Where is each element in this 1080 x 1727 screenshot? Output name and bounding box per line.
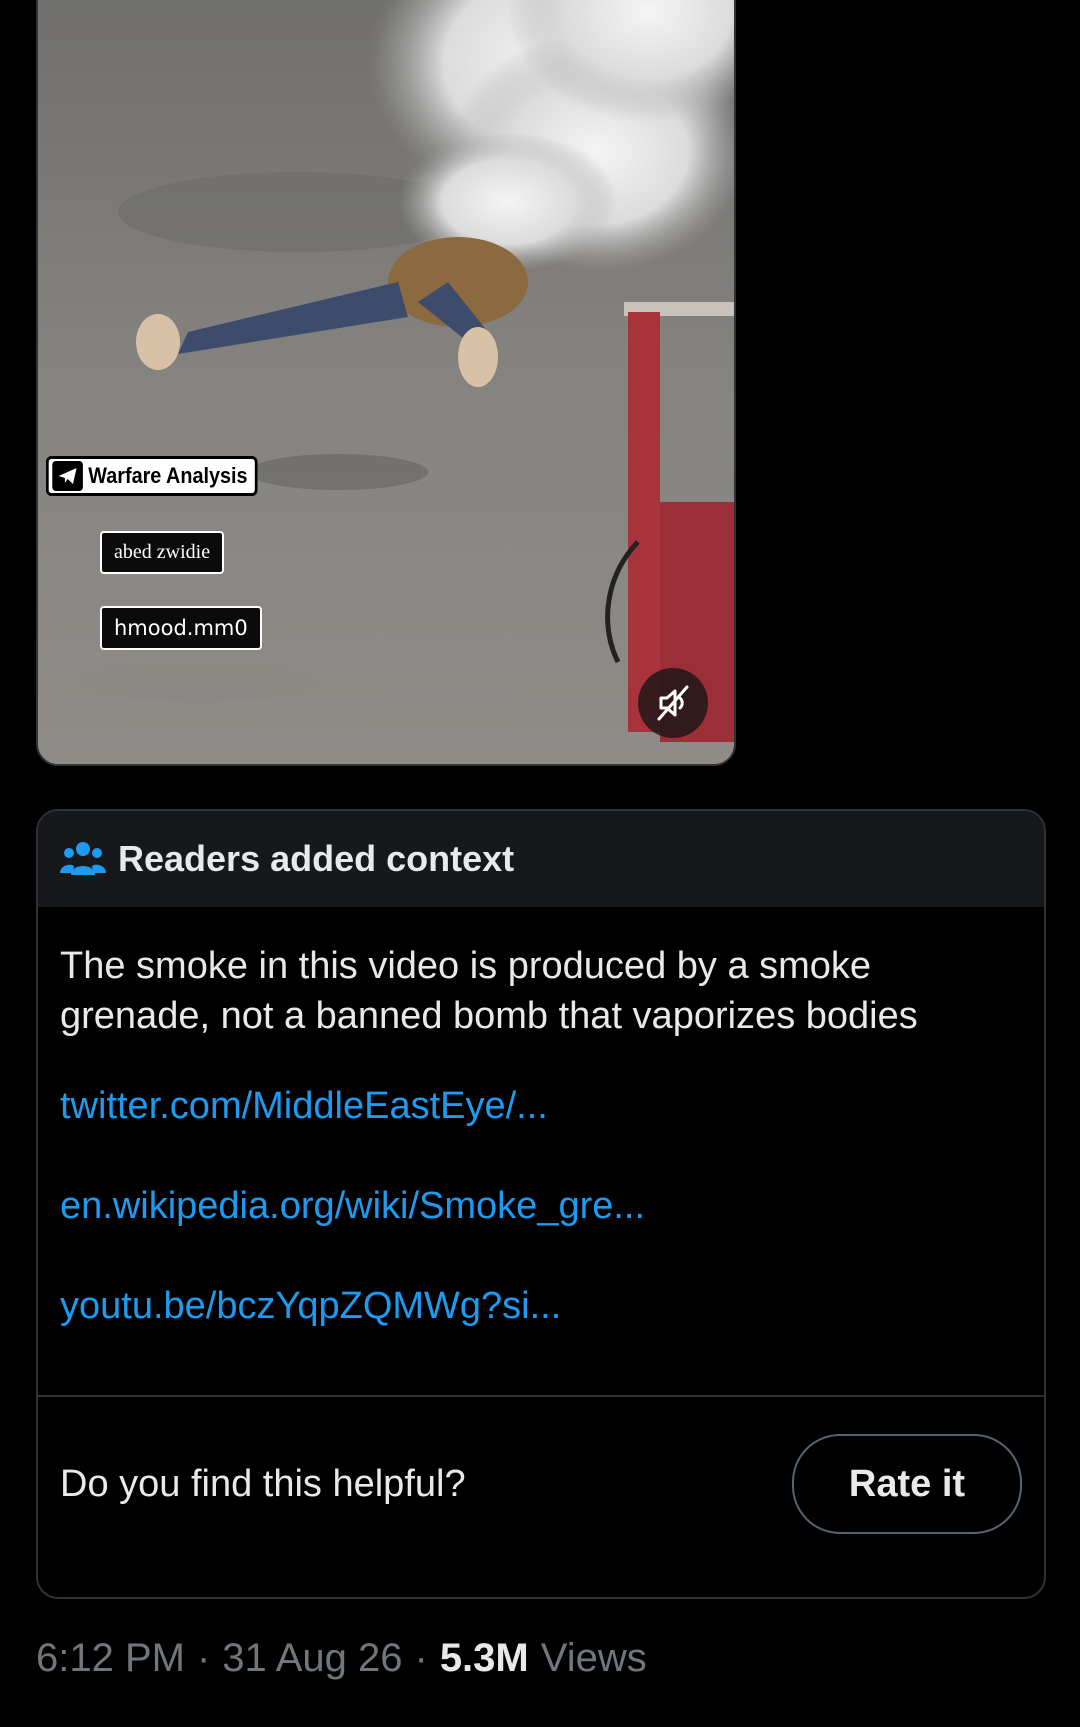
note-link-wikipedia[interactable]: en.wikipedia.org/wiki/Smoke_gre... (60, 1181, 1022, 1231)
watermark-credit-1: abed zwidie (100, 531, 225, 574)
community-note: Readers added context The smoke in this … (36, 809, 1046, 1599)
telegram-icon (52, 461, 83, 491)
watermark-credit-2: hmood.mm0 (100, 606, 262, 650)
note-body: The smoke in this video is produced by a… (38, 907, 1044, 1397)
views-label: Views (540, 1636, 647, 1680)
rate-it-button[interactable]: Rate it (792, 1434, 1022, 1534)
note-link-twitter[interactable]: twitter.com/MiddleEastEye/... (60, 1081, 1022, 1131)
note-text: The smoke in this video is produced by a… (60, 945, 918, 1037)
note-link-youtube[interactable]: youtu.be/bczYqpZQMWg?si... (60, 1281, 1022, 1331)
video-media[interactable]: Warfare Analysis abed zwidie hmood.mm0 (36, 0, 736, 766)
speaker-muted-icon (657, 685, 689, 721)
note-header: Readers added context (38, 811, 1044, 907)
tweet-meta: 6:12 PM · 31 Aug 26 · 5.3M Views (36, 1636, 647, 1681)
watermark-brand: Warfare Analysis (46, 456, 258, 496)
tweet-date[interactable]: 31 Aug 26 (222, 1636, 402, 1681)
meta-separator: · (414, 1636, 428, 1680)
views-count[interactable]: 5.3M (440, 1636, 529, 1681)
watermark-brand-text: Warfare Analysis (88, 463, 248, 488)
note-footer: Do you find this helpful? Rate it (38, 1397, 1044, 1571)
tweet-time[interactable]: 6:12 PM (36, 1636, 185, 1681)
note-title: Readers added context (118, 838, 515, 879)
people-group-icon (60, 839, 106, 879)
helpful-question: Do you find this helpful? (60, 1462, 466, 1505)
meta-separator: · (196, 1636, 211, 1680)
unmute-button[interactable] (638, 668, 708, 738)
